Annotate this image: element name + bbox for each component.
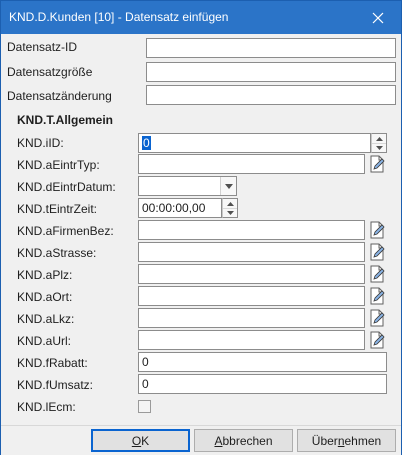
astrasse-label: KND.aStrasse: [17, 246, 97, 260]
alkz-edit-button[interactable] [367, 308, 387, 328]
afirmenbez-edit-button[interactable] [367, 220, 387, 240]
aort-field[interactable] [138, 286, 365, 306]
datensatz-id-field[interactable] [146, 38, 396, 58]
apply-button[interactable]: Übernehmen [297, 429, 396, 452]
lecm-checkbox[interactable] [138, 400, 151, 413]
edit-icon [370, 309, 385, 327]
datensatzaenderung-label: Datensatzänderung [7, 89, 112, 103]
edit-icon [370, 287, 385, 305]
astrasse-edit-button[interactable] [367, 242, 387, 262]
spin-down-button[interactable] [372, 143, 386, 152]
aort-label: KND.aOrt: [17, 290, 73, 304]
aurl-label: KND.aUrl: [17, 334, 72, 348]
group-title: KND.T.Allgemein [17, 113, 114, 127]
teintrzeit-spinner[interactable] [222, 198, 238, 218]
close-icon [372, 12, 384, 23]
datensatzgroesse-label: Datensatzgröße [7, 65, 93, 79]
cancel-button[interactable]: Abbrechen [194, 429, 293, 452]
iid-value: 0 [142, 136, 151, 150]
datensatz-id-label: Datensatz-ID [7, 40, 78, 54]
spin-down-button[interactable] [223, 208, 237, 217]
spin-down-icon [226, 211, 234, 215]
datensatzgroesse-field[interactable] [146, 62, 396, 82]
aplz-label: KND.aPlz: [17, 268, 73, 282]
edit-icon [370, 221, 385, 239]
edit-icon [370, 265, 385, 283]
afirmenbez-label: KND.aFirmenBez: [17, 224, 114, 238]
iid-field[interactable]: 0 [138, 133, 371, 153]
cancel-button-label: Abbrechen [214, 433, 273, 448]
edit-icon [370, 155, 385, 173]
afirmenbez-field[interactable] [138, 220, 365, 240]
aurl-field[interactable] [138, 330, 365, 350]
spin-up-button[interactable] [223, 199, 237, 208]
frabatt-label: KND.fRabatt: [17, 356, 88, 370]
fumsatz-field[interactable]: 0 [138, 374, 387, 394]
fumsatz-label: KND.fUmsatz: [17, 378, 94, 392]
spin-up-icon [226, 201, 234, 206]
aeintrtyp-field[interactable] [138, 154, 365, 174]
close-button[interactable] [355, 1, 401, 34]
ok-button-label: OK [131, 433, 150, 448]
chevron-down-icon [224, 183, 233, 189]
frabatt-field[interactable]: 0 [138, 352, 387, 372]
spin-up-button[interactable] [372, 134, 386, 143]
dialog-body: Datensatz-ID Datensatzgröße Datensatzänd… [1, 34, 401, 425]
deintrdatum-dropdown-button[interactable] [220, 177, 236, 195]
astrasse-field[interactable] [138, 242, 365, 262]
alkz-label: KND.aLkz: [17, 312, 75, 326]
spin-up-icon [375, 136, 383, 141]
spin-down-icon [375, 146, 383, 150]
aort-edit-button[interactable] [367, 286, 387, 306]
iid-label: KND.iID: [17, 136, 64, 150]
deintrdatum-label: KND.dEintrDatum: [17, 180, 116, 194]
aplz-field[interactable] [138, 264, 365, 284]
edit-icon [370, 331, 385, 349]
datensatzaenderung-field[interactable] [146, 85, 396, 105]
iid-spinner[interactable] [371, 133, 387, 153]
aurl-edit-button[interactable] [367, 330, 387, 350]
ok-button[interactable]: OK [91, 429, 190, 452]
alkz-field[interactable] [138, 308, 365, 328]
lecm-label: KND.lEcm: [17, 400, 76, 414]
aeintrtyp-edit-button[interactable] [367, 154, 387, 174]
aplz-edit-button[interactable] [367, 264, 387, 284]
button-bar: OK Abbrechen Übernehmen [1, 425, 401, 455]
window-title: KND.D.Kunden [10] - Datensatz einfügen [9, 10, 229, 24]
title-bar[interactable]: KND.D.Kunden [10] - Datensatz einfügen [1, 1, 401, 34]
dialog-window: KND.D.Kunden [10] - Datensatz einfügen D… [0, 0, 402, 455]
aeintrtyp-label: KND.aEintrTyp: [17, 158, 100, 172]
teintrzeit-field[interactable]: 00:00:00,00 [138, 198, 222, 218]
apply-button-label: Übernehmen [311, 433, 382, 448]
edit-icon [370, 243, 385, 261]
teintrzeit-label: KND.tEintrZeit: [17, 202, 98, 216]
